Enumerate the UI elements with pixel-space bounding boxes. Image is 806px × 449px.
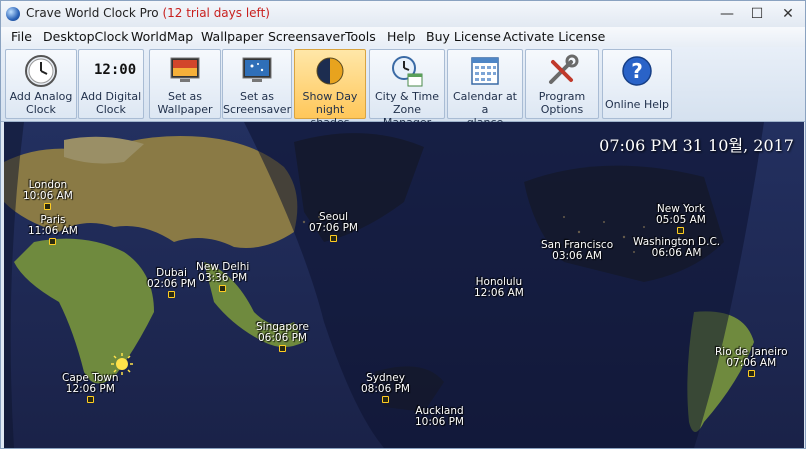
city-dot xyxy=(677,227,685,234)
calendar-button[interactable]: Calendar at a glance xyxy=(447,49,523,129)
show-day-night-button[interactable]: Show Day night shades xyxy=(294,49,366,129)
city-time: 05:05 AM xyxy=(656,214,706,226)
city-dot xyxy=(219,285,227,292)
program-options-label: Program Options xyxy=(538,90,586,116)
city-time: 07:06 PM xyxy=(309,222,358,234)
city-clock-icon xyxy=(392,56,423,87)
city-time: 03:06 AM xyxy=(552,250,602,262)
city-dot xyxy=(278,345,286,352)
menu-help[interactable]: Help xyxy=(387,29,416,44)
city-time: 10:06 PM xyxy=(415,416,464,428)
city-time: 06:06 AM xyxy=(651,247,702,259)
city-marker-washington-dc[interactable]: Washington D.C. 06:06 AM xyxy=(633,237,720,259)
globe-app-icon xyxy=(6,7,20,21)
menu-buy-license[interactable]: Buy License xyxy=(426,29,501,44)
svg-text:?: ? xyxy=(631,59,643,83)
city-time: 12:06 AM xyxy=(474,287,524,299)
program-options-button[interactable]: Program Options xyxy=(525,49,599,119)
menu-bar: File DesktopClock WorldMap Wallpaper Scr… xyxy=(1,27,805,47)
current-date-time: 07:06 PM 31 10월, 2017 xyxy=(599,136,794,155)
toolbar: Add Analog Clock 12:00 Add Digital Clock… xyxy=(1,47,805,129)
city-time: 12:06 PM xyxy=(65,383,115,395)
online-help-button[interactable]: ? Online Help xyxy=(602,49,672,119)
maximize-button[interactable]: ☐ xyxy=(745,5,769,23)
city-marker-auckland[interactable]: Auckland 10:06 PM xyxy=(415,406,464,428)
set-screensaver-button[interactable]: Set as Screensaver xyxy=(222,49,292,119)
city-dot xyxy=(330,235,337,242)
menu-screensaver[interactable]: Screensaver xyxy=(268,29,345,44)
close-button[interactable]: ✕ xyxy=(776,5,800,23)
tools-icon xyxy=(549,54,579,84)
menu-worldmap[interactable]: WorldMap xyxy=(131,29,193,44)
city-marker-paris[interactable]: Paris 11:06 AM xyxy=(28,215,78,245)
city-marker-honolulu[interactable]: Honolulu 12:06 AM xyxy=(474,277,524,299)
set-screensaver-label: Set as Screensaver xyxy=(223,90,292,116)
trial-notice: (12 trial days left) xyxy=(162,6,270,20)
wallpaper-icon xyxy=(170,57,200,82)
city-marker-san-francisco[interactable]: San Francisco 03:06 AM xyxy=(541,240,613,262)
city-time: 03:36 PM xyxy=(198,272,248,284)
window-title: Crave World Clock Pro (12 trial days lef… xyxy=(26,6,270,20)
screensaver-icon xyxy=(242,57,272,82)
city-marker-new-york[interactable]: New York 05:05 AM xyxy=(656,204,706,234)
app-window: Crave World Clock Pro (12 trial days lef… xyxy=(0,0,806,449)
city-marker-singapore[interactable]: Singapore 06:06 PM xyxy=(256,322,309,352)
city-marker-dubai[interactable]: Dubai 02:06 PM xyxy=(147,268,196,298)
city-marker-new-delhi[interactable]: New Delhi 03:36 PM xyxy=(196,262,249,292)
city-time: 10:06 AM xyxy=(23,190,73,202)
menu-file[interactable]: File xyxy=(11,29,32,44)
add-digital-clock-button[interactable]: 12:00 Add Digital Clock xyxy=(78,49,144,119)
city-dot xyxy=(44,203,52,210)
city-time: 07:06 AM xyxy=(726,357,777,369)
menu-tools[interactable]: Tools xyxy=(345,29,376,44)
calendar-icon xyxy=(471,57,499,85)
minimize-button[interactable]: — xyxy=(715,5,739,23)
add-analog-clock-button[interactable]: Add Analog Clock xyxy=(5,49,77,119)
day-night-globe-icon xyxy=(316,57,344,85)
menu-wallpaper[interactable]: Wallpaper xyxy=(201,29,264,44)
help-icon: ? xyxy=(622,56,652,86)
city-dot xyxy=(168,291,175,298)
add-digital-clock-label: Add Digital Clock xyxy=(80,90,142,116)
digital-clock-icon: 12:00 xyxy=(94,62,137,78)
city-marker-london[interactable]: London 10:06 AM xyxy=(23,180,73,210)
city-time-zone-manager-button[interactable]: City & Time Zone Manager xyxy=(369,49,445,129)
world-map[interactable]: 07:06 PM 31 10월, 2017 London 10:06 AM Pa… xyxy=(4,122,804,448)
set-wallpaper-button[interactable]: Set as Wallpaper xyxy=(149,49,221,119)
city-dot xyxy=(49,238,57,245)
analog-clock-icon xyxy=(25,55,57,87)
city-marker-seoul[interactable]: Seoul 07:06 PM xyxy=(309,212,358,242)
menu-desktopclock[interactable]: DesktopClock xyxy=(43,29,129,44)
city-dot xyxy=(747,370,755,377)
title-bar: Crave World Clock Pro (12 trial days lef… xyxy=(1,1,805,27)
menu-activate-license[interactable]: Activate License xyxy=(503,29,605,44)
city-time: 06:06 PM xyxy=(257,332,307,344)
set-wallpaper-label: Set as Wallpaper xyxy=(157,90,213,116)
add-analog-clock-label: Add Analog Clock xyxy=(9,90,73,116)
city-dot xyxy=(382,396,389,403)
app-title: Crave World Clock Pro xyxy=(26,6,159,20)
city-time: 08:06 PM xyxy=(361,383,410,395)
online-help-label: Online Help xyxy=(604,98,670,111)
city-marker-sydney[interactable]: Sydney 08:06 PM xyxy=(361,373,410,403)
city-marker-rio-de-janeiro[interactable]: Rio de Janeiro 07:06 AM xyxy=(715,347,788,377)
city-marker-cape-town[interactable]: Cape Town 12:06 PM xyxy=(62,373,119,403)
city-dot xyxy=(86,396,94,403)
city-time: 11:06 AM xyxy=(28,225,78,237)
city-time: 02:06 PM xyxy=(147,278,196,290)
